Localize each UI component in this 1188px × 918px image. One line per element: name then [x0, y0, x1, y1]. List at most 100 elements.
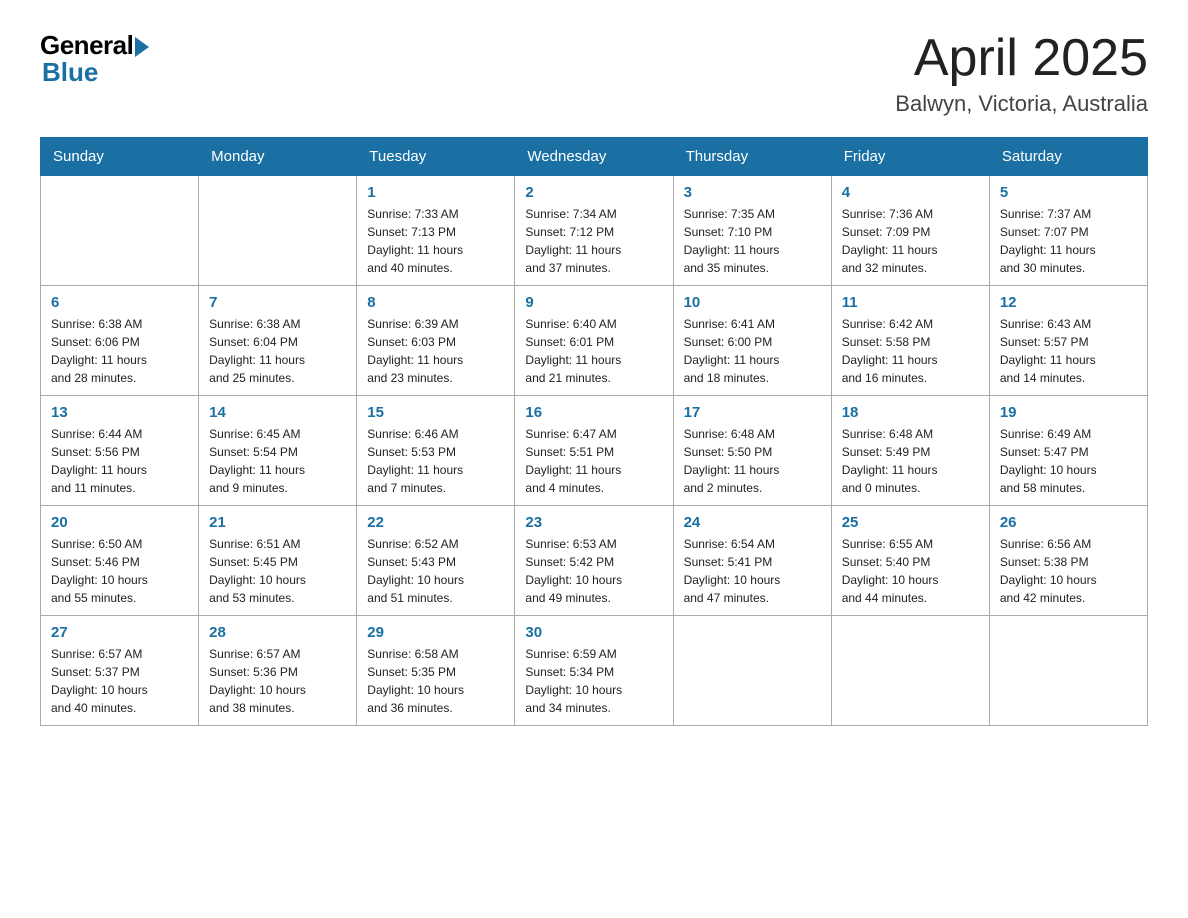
cell-date-5: 5 — [1000, 184, 1137, 201]
week-row-2: 6 Sunrise: 6:38 AMSunset: 6:06 PMDaylight… — [41, 286, 1148, 396]
cell-1-4: 10 Sunrise: 6:41 AMSunset: 6:00 PMDayligh… — [673, 286, 831, 396]
cell-date-25: 25 — [842, 514, 979, 531]
cell-2-3: 16 Sunrise: 6:47 AMSunset: 5:51 PMDayligh… — [515, 396, 673, 506]
header-monday: Monday — [199, 138, 357, 176]
cell-info-12: Sunrise: 6:43 AMSunset: 5:57 PMDaylight:… — [1000, 315, 1137, 387]
cell-info-25: Sunrise: 6:55 AMSunset: 5:40 PMDaylight:… — [842, 535, 979, 607]
cell-info-6: Sunrise: 6:38 AMSunset: 6:06 PMDaylight:… — [51, 315, 188, 387]
cell-date-8: 8 — [367, 294, 504, 311]
cell-info-30: Sunrise: 6:59 AMSunset: 5:34 PMDaylight:… — [525, 645, 662, 717]
cell-3-6: 26 Sunrise: 6:56 AMSunset: 5:38 PMDayligh… — [989, 506, 1147, 616]
header-sunday: Sunday — [41, 138, 199, 176]
cell-3-5: 25 Sunrise: 6:55 AMSunset: 5:40 PMDayligh… — [831, 506, 989, 616]
cell-2-1: 14Sunrise: 6:45 AMSunset: 5:54 PMDayligh… — [199, 396, 357, 506]
cell-date-1: 1 — [367, 184, 504, 201]
cell-4-3: 30 Sunrise: 6:59 AMSunset: 5:34 PMDayligh… — [515, 616, 673, 726]
cell-0-3: 2Sunrise: 7:34 AMSunset: 7:12 PMDaylight… — [515, 176, 673, 286]
cell-date-11: 11 — [842, 294, 979, 311]
header-row: SundayMondayTuesdayWednesdayThursdayFrid… — [41, 138, 1148, 176]
cell-2-6: 19 Sunrise: 6:49 AMSunset: 5:47 PMDayligh… — [989, 396, 1147, 506]
week-row-3: 13 Sunrise: 6:44 AMSunset: 5:56 PMDayligh… — [41, 396, 1148, 506]
cell-date-4: 4 — [842, 184, 979, 201]
cell-info-16: Sunrise: 6:47 AMSunset: 5:51 PMDaylight:… — [525, 425, 662, 497]
title-block: April 2025 Balwyn, Victoria, Australia — [895, 30, 1148, 117]
cell-3-3: 23Sunrise: 6:53 AMSunset: 5:42 PMDayligh… — [515, 506, 673, 616]
cell-3-4: 24Sunrise: 6:54 AMSunset: 5:41 PMDayligh… — [673, 506, 831, 616]
header-friday: Friday — [831, 138, 989, 176]
calendar-header: SundayMondayTuesdayWednesdayThursdayFrid… — [41, 138, 1148, 176]
cell-date-10: 10 — [684, 294, 821, 311]
cell-info-4: Sunrise: 7:36 AMSunset: 7:09 PMDaylight:… — [842, 205, 979, 277]
cell-date-13: 13 — [51, 404, 188, 421]
cell-date-17: 17 — [684, 404, 821, 421]
cell-date-15: 15 — [367, 404, 504, 421]
cell-info-7: Sunrise: 6:38 AMSunset: 6:04 PMDaylight:… — [209, 315, 346, 387]
cell-3-1: 21 Sunrise: 6:51 AMSunset: 5:45 PMDayligh… — [199, 506, 357, 616]
cell-1-0: 6 Sunrise: 6:38 AMSunset: 6:06 PMDaylight… — [41, 286, 199, 396]
cell-2-0: 13 Sunrise: 6:44 AMSunset: 5:56 PMDayligh… — [41, 396, 199, 506]
cell-0-2: 1 Sunrise: 7:33 AMSunset: 7:13 PMDaylight… — [357, 176, 515, 286]
cell-info-26: Sunrise: 6:56 AMSunset: 5:38 PMDaylight:… — [1000, 535, 1137, 607]
cell-3-0: 20 Sunrise: 6:50 AMSunset: 5:46 PMDayligh… — [41, 506, 199, 616]
cell-date-16: 16 — [525, 404, 662, 421]
cell-date-22: 22 — [367, 514, 504, 531]
cell-date-24: 24 — [684, 514, 821, 531]
cell-info-22: Sunrise: 6:52 AMSunset: 5:43 PMDaylight:… — [367, 535, 504, 607]
cell-date-26: 26 — [1000, 514, 1137, 531]
calendar-body: 1 Sunrise: 7:33 AMSunset: 7:13 PMDaylight… — [41, 176, 1148, 726]
cell-0-1 — [199, 176, 357, 286]
header-thursday: Thursday — [673, 138, 831, 176]
cell-date-21: 21 — [209, 514, 346, 531]
week-row-1: 1 Sunrise: 7:33 AMSunset: 7:13 PMDaylight… — [41, 176, 1148, 286]
cell-4-0: 27 Sunrise: 6:57 AMSunset: 5:37 PMDayligh… — [41, 616, 199, 726]
cell-0-4: 3 Sunrise: 7:35 AMSunset: 7:10 PMDaylight… — [673, 176, 831, 286]
logo-arrow-icon — [135, 37, 149, 57]
page-title: April 2025 — [895, 30, 1148, 87]
cell-date-29: 29 — [367, 624, 504, 641]
cell-info-20: Sunrise: 6:50 AMSunset: 5:46 PMDaylight:… — [51, 535, 188, 607]
cell-info-5: Sunrise: 7:37 AMSunset: 7:07 PMDaylight:… — [1000, 205, 1137, 277]
cell-info-3: Sunrise: 7:35 AMSunset: 7:10 PMDaylight:… — [684, 205, 821, 277]
cell-4-5 — [831, 616, 989, 726]
cell-date-23: 23 — [525, 514, 662, 531]
cell-4-6 — [989, 616, 1147, 726]
cell-date-30: 30 — [525, 624, 662, 641]
cell-1-1: 7 Sunrise: 6:38 AMSunset: 6:04 PMDaylight… — [199, 286, 357, 396]
cell-0-5: 4 Sunrise: 7:36 AMSunset: 7:09 PMDaylight… — [831, 176, 989, 286]
cell-4-1: 28Sunrise: 6:57 AMSunset: 5:36 PMDayligh… — [199, 616, 357, 726]
cell-date-9: 9 — [525, 294, 662, 311]
logo-blue-text: Blue — [42, 57, 98, 88]
page-header: General Blue April 2025 Balwyn, Victoria… — [40, 30, 1148, 117]
cell-info-18: Sunrise: 6:48 AMSunset: 5:49 PMDaylight:… — [842, 425, 979, 497]
cell-info-14: Sunrise: 6:45 AMSunset: 5:54 PMDaylight:… — [209, 425, 346, 497]
cell-info-2: Sunrise: 7:34 AMSunset: 7:12 PMDaylight:… — [525, 205, 662, 277]
cell-info-27: Sunrise: 6:57 AMSunset: 5:37 PMDaylight:… — [51, 645, 188, 717]
cell-date-6: 6 — [51, 294, 188, 311]
cell-4-4 — [673, 616, 831, 726]
cell-date-3: 3 — [684, 184, 821, 201]
cell-0-6: 5 Sunrise: 7:37 AMSunset: 7:07 PMDaylight… — [989, 176, 1147, 286]
cell-info-21: Sunrise: 6:51 AMSunset: 5:45 PMDaylight:… — [209, 535, 346, 607]
cell-info-10: Sunrise: 6:41 AMSunset: 6:00 PMDaylight:… — [684, 315, 821, 387]
cell-3-2: 22 Sunrise: 6:52 AMSunset: 5:43 PMDayligh… — [357, 506, 515, 616]
page-subtitle: Balwyn, Victoria, Australia — [895, 91, 1148, 117]
cell-2-4: 17 Sunrise: 6:48 AMSunset: 5:50 PMDayligh… — [673, 396, 831, 506]
cell-info-17: Sunrise: 6:48 AMSunset: 5:50 PMDaylight:… — [684, 425, 821, 497]
cell-info-13: Sunrise: 6:44 AMSunset: 5:56 PMDaylight:… — [51, 425, 188, 497]
cell-date-19: 19 — [1000, 404, 1137, 421]
cell-info-8: Sunrise: 6:39 AMSunset: 6:03 PMDaylight:… — [367, 315, 504, 387]
cell-date-27: 27 — [51, 624, 188, 641]
cell-0-0 — [41, 176, 199, 286]
cell-1-5: 11Sunrise: 6:42 AMSunset: 5:58 PMDayligh… — [831, 286, 989, 396]
week-row-5: 27 Sunrise: 6:57 AMSunset: 5:37 PMDayligh… — [41, 616, 1148, 726]
cell-date-20: 20 — [51, 514, 188, 531]
cell-info-1: Sunrise: 7:33 AMSunset: 7:13 PMDaylight:… — [367, 205, 504, 277]
cell-date-7: 7 — [209, 294, 346, 311]
header-saturday: Saturday — [989, 138, 1147, 176]
cell-2-2: 15Sunrise: 6:46 AMSunset: 5:53 PMDayligh… — [357, 396, 515, 506]
calendar-table: SundayMondayTuesdayWednesdayThursdayFrid… — [40, 137, 1148, 726]
cell-info-9: Sunrise: 6:40 AMSunset: 6:01 PMDaylight:… — [525, 315, 662, 387]
cell-info-19: Sunrise: 6:49 AMSunset: 5:47 PMDaylight:… — [1000, 425, 1137, 497]
cell-2-5: 18Sunrise: 6:48 AMSunset: 5:49 PMDayligh… — [831, 396, 989, 506]
header-wednesday: Wednesday — [515, 138, 673, 176]
